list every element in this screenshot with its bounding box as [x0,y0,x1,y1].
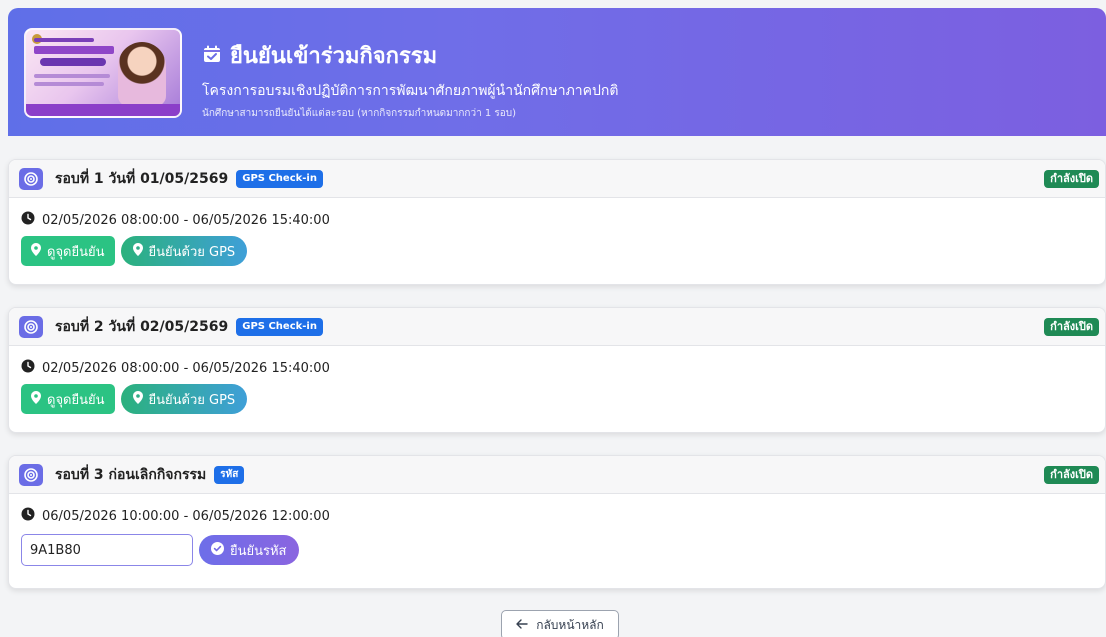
confirm-code-label: ยืนยันรหัส [230,543,287,559]
target-icon [19,315,43,338]
round-title: รอบที่ 3 ก่อนเลิกกิจกรรม [55,466,207,483]
back-home-button[interactable]: กลับหน้าหลัก [501,610,619,637]
back-home-label: กลับหน้าหลัก [536,617,604,632]
arrow-left-icon [516,618,528,632]
status-badge: กำลังเปิด [1044,466,1099,484]
page-title: ยืนยันเข้าร่วมกิจกรรม [230,44,438,69]
view-checkin-point-label: ดูจุดยืนยัน [47,244,105,260]
target-icon [19,463,43,486]
clock-icon [21,211,35,229]
round-time-text: 02/05/2026 08:00:00 - 06/05/2026 15:40:0… [42,212,330,228]
calendar-check-icon [202,44,222,68]
view-checkin-point-button[interactable]: ดูจุดยืนยัน [21,384,115,414]
gps-confirm-button[interactable]: ยืนยันด้วย GPS [120,236,248,266]
gps-confirm-button[interactable]: ยืนยันด้วย GPS [120,384,248,414]
round-time: 02/05/2026 08:00:00 - 06/05/2026 15:40:0… [21,358,1093,378]
round-time: 06/05/2026 10:00:00 - 06/05/2026 12:00:0… [21,506,1093,526]
round-card-header: รอบที่ 1 วันที่ 01/05/2569 GPS Check-in … [9,160,1105,198]
clock-icon [21,359,35,377]
status-badge: กำลังเปิด [1044,170,1099,188]
round-card-1: รอบที่ 1 วันที่ 01/05/2569 GPS Check-in … [8,159,1106,285]
map-pin-icon [132,242,143,260]
map-pin-icon [132,390,143,408]
gps-confirm-label: ยืนยันด้วย GPS [148,244,236,260]
view-checkin-point-button[interactable]: ดูจุดยืนยัน [21,236,115,266]
map-pin-icon [31,242,41,260]
confirm-code-button[interactable]: ยืนยันรหัส [199,535,299,565]
status-badge: กำลังเปิด [1044,318,1099,336]
round-card-header: รอบที่ 2 วันที่ 02/05/2569 GPS Check-in … [9,308,1105,346]
round-card-2: รอบที่ 2 วันที่ 02/05/2569 GPS Check-in … [8,307,1106,433]
clock-icon [21,507,35,525]
checkin-method-badge: GPS Check-in [236,169,323,188]
map-pin-icon [31,390,41,408]
gps-confirm-label: ยืนยันด้วย GPS [148,392,236,408]
activity-name: โครงการอบรมเชิงปฏิบัติการการพัฒนาศักยภาพ… [202,83,619,99]
round-title: รอบที่ 1 วันที่ 01/05/2569 [55,170,229,187]
code-input[interactable] [21,534,193,566]
round-title: รอบที่ 2 วันที่ 02/05/2569 [55,318,229,335]
page-title-row: ยืนยันเข้าร่วมกิจกรรม [202,38,437,73]
target-icon [19,167,43,190]
header-note: นักศึกษาสามารถยืนยันได้แต่ละรอบ (หากกิจก… [202,108,517,119]
checkin-method-badge: รหัส [214,465,245,484]
round-card-header: รอบที่ 3 ก่อนเลิกกิจกรรม รหัส กำลังเปิด [9,456,1105,494]
view-checkin-point-label: ดูจุดยืนยัน [47,392,105,408]
round-time-text: 02/05/2026 08:00:00 - 06/05/2026 15:40:0… [42,360,330,376]
page-header: ยืนยันเข้าร่วมกิจกรรม โครงการอบรมเชิงปฏิ… [8,8,1106,136]
activity-banner-image [24,28,182,118]
round-card-3: รอบที่ 3 ก่อนเลิกกิจกรรม รหัส กำลังเปิด … [8,455,1106,589]
check-circle-icon [211,541,224,559]
round-time: 02/05/2026 08:00:00 - 06/05/2026 15:40:0… [21,210,1093,230]
round-time-text: 06/05/2026 10:00:00 - 06/05/2026 12:00:0… [42,508,330,524]
checkin-method-badge: GPS Check-in [236,317,323,336]
